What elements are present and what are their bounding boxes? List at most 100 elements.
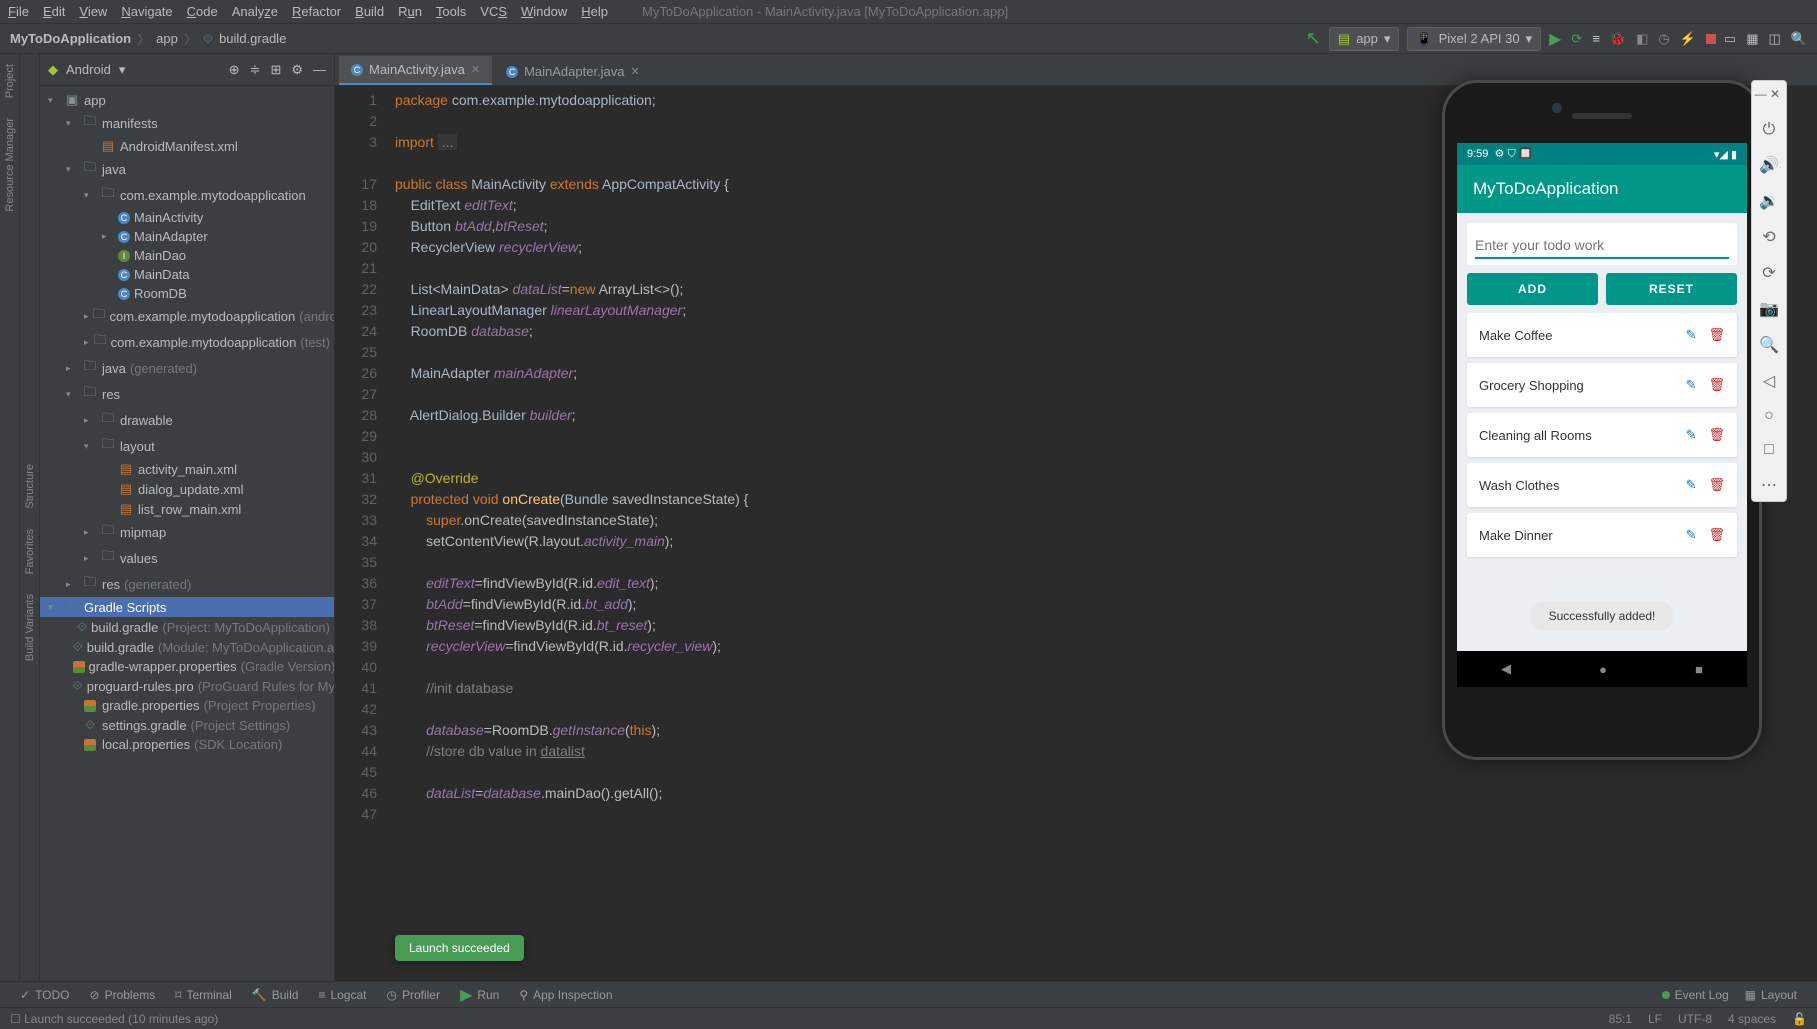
tree-item[interactable]: ▤AndroidManifest.xml — [40, 136, 334, 156]
menu-analyze[interactable]: Analyze — [232, 4, 278, 19]
tab-app-inspection[interactable]: ⚲App Inspection — [519, 988, 612, 1002]
edit-icon[interactable]: ✎ — [1686, 527, 1697, 543]
select-opened-file-icon[interactable]: ⊕ — [229, 62, 240, 78]
file-encoding[interactable]: UTF-8 — [1678, 1012, 1712, 1026]
more-icon[interactable]: ⋯ — [1761, 475, 1777, 495]
delete-icon[interactable]: 🗑 — [1708, 527, 1725, 543]
menu-navigate[interactable]: Navigate — [121, 4, 172, 19]
profile-icon[interactable]: ◷ — [1658, 31, 1669, 47]
collapse-icon[interactable]: ≑ — [250, 62, 261, 78]
menu-run[interactable]: Run — [398, 4, 422, 19]
readonly-icon[interactable]: 🔓 — [1792, 1012, 1807, 1026]
attach-debugger-icon[interactable]: ⚡ — [1680, 31, 1696, 47]
tab-run[interactable]: ▶Run — [460, 985, 499, 1005]
menu-window[interactable]: Window — [521, 4, 567, 19]
volume-down-icon[interactable]: 🔉 — [1759, 191, 1779, 211]
tab-profiler[interactable]: ◷Profiler — [386, 988, 440, 1002]
close-icon[interactable]: ✕ — [471, 63, 480, 76]
expand-icon[interactable]: ⊞ — [270, 62, 281, 78]
apply-changes-icon[interactable]: ⟳ — [1571, 31, 1582, 47]
rail-structure[interactable]: Structure — [24, 464, 36, 509]
back-key[interactable]: ◀ — [1501, 661, 1511, 677]
tree-item[interactable]: ▸🗀values — [40, 545, 334, 571]
menu-help[interactable]: Help — [581, 4, 608, 19]
menu-code[interactable]: Code — [187, 4, 218, 19]
menu-refactor[interactable]: Refactor — [292, 4, 341, 19]
phone-screen[interactable]: 9:59 ⚙ ⛉ 🔲 ▾◢ ▮ MyToDoApplication ADD RE… — [1457, 143, 1747, 687]
zoom-icon[interactable]: 🔍 — [1759, 335, 1779, 355]
tree-item[interactable]: ▾🗀res — [40, 381, 334, 407]
tree-item[interactable]: ▤activity_main.xml — [40, 459, 334, 479]
delete-icon[interactable]: 🗑 — [1708, 427, 1725, 443]
coverage-icon[interactable]: ◧ — [1636, 31, 1648, 47]
menu-edit[interactable]: Edit — [43, 4, 65, 19]
recent-key[interactable]: ■ — [1695, 662, 1703, 677]
delete-icon[interactable]: 🗑 — [1708, 377, 1725, 393]
line-separator[interactable]: LF — [1648, 1012, 1662, 1026]
tree-item[interactable]: ⟐proguard-rules.pro (ProGuard Rules for … — [40, 676, 334, 696]
volume-up-icon[interactable]: 🔊 — [1759, 155, 1779, 175]
gear-icon[interactable]: ⚙ — [291, 62, 303, 78]
menu-file[interactable]: File — [8, 4, 29, 19]
tree-item[interactable]: ▾🗀com.example.mytodoapplication — [40, 182, 334, 208]
power-icon[interactable]: ⏻ — [1763, 121, 1776, 139]
reset-button[interactable]: RESET — [1606, 273, 1737, 305]
tree-item[interactable]: ▾▣app — [40, 90, 334, 110]
minimize-icon[interactable]: — ✕ — [1755, 87, 1780, 101]
rotate-right-icon[interactable]: ⟳ — [1762, 263, 1775, 283]
debug-icon[interactable]: 🐞 — [1610, 31, 1626, 47]
tree-item[interactable]: ⟐build.gradle (Module: MyToDoApplication… — [40, 637, 334, 657]
apply-code-icon[interactable]: ≡ — [1592, 31, 1600, 46]
chevron-down-icon[interactable]: ▾ — [119, 62, 126, 78]
tree-item[interactable]: ⟐settings.gradle (Project Settings) — [40, 715, 334, 735]
menu-build[interactable]: Build — [355, 4, 384, 19]
tree-item[interactable]: ▸🗀com.example.mytodoapplication (android… — [40, 303, 334, 329]
tree-item[interactable]: ▤list_row_main.xml — [40, 499, 334, 519]
edit-icon[interactable]: ✎ — [1686, 327, 1697, 343]
tree-item[interactable]: local.properties (SDK Location) — [40, 735, 334, 754]
tree-item[interactable]: ▾🗀layout — [40, 433, 334, 459]
todo-input[interactable] — [1475, 233, 1729, 259]
tree-item[interactable]: ▸🗀drawable — [40, 407, 334, 433]
tree-item[interactable]: ▸🗀mipmap — [40, 519, 334, 545]
rail-project[interactable]: Project — [4, 64, 16, 98]
device-dropdown[interactable]: 📱Pixel 2 API 30▾ — [1407, 27, 1541, 51]
tree-item[interactable]: ▾🗀manifests — [40, 110, 334, 136]
layout-inspector-icon[interactable]: ◫ — [1769, 31, 1781, 47]
tree-item[interactable]: gradle.properties (Project Properties) — [40, 696, 334, 715]
back-icon[interactable]: ◁ — [1763, 371, 1775, 391]
delete-icon[interactable]: 🗑 — [1708, 477, 1725, 493]
search-icon[interactable]: 🔍 — [1791, 31, 1807, 47]
tree-item[interactable]: ▾🗀java — [40, 156, 334, 182]
event-log[interactable]: Event Log — [1662, 988, 1729, 1002]
menu-vcs[interactable]: VCS — [480, 4, 507, 19]
tab-mainactivity[interactable]: C MainActivity.java ✕ — [339, 56, 492, 85]
edit-icon[interactable]: ✎ — [1686, 377, 1697, 393]
add-button[interactable]: ADD — [1467, 273, 1598, 305]
stop-button[interactable] — [1706, 34, 1716, 44]
layout-inspector[interactable]: ▦Layout — [1745, 988, 1797, 1002]
tree-view-label[interactable]: Android — [66, 62, 111, 77]
tab-problems[interactable]: ⊘Problems — [90, 988, 156, 1002]
project-tree[interactable]: ▾▣app▾🗀manifests ▤AndroidManifest.xml▾🗀j… — [40, 86, 334, 981]
tree-item[interactable]: ▸CMainAdapter — [40, 227, 334, 246]
sync-icon[interactable]: ↖ — [1306, 28, 1321, 49]
tree-item[interactable]: ▸🗀res (generated) — [40, 571, 334, 597]
tree-item[interactable]: ⟐build.gradle (Project: MyToDoApplicatio… — [40, 617, 334, 637]
code-content[interactable]: package com.example.mytodoapplication; i… — [395, 86, 748, 981]
menu-view[interactable]: View — [79, 4, 107, 19]
rail-favorites[interactable]: Favorites — [24, 529, 36, 574]
home-key[interactable]: ● — [1599, 662, 1607, 677]
edit-icon[interactable]: ✎ — [1686, 427, 1697, 443]
rail-build-variants[interactable]: Build Variants — [24, 594, 36, 661]
tab-logcat[interactable]: ≡Logcat — [318, 988, 366, 1002]
tree-item[interactable]: CMainData — [40, 265, 334, 284]
rail-resource-manager[interactable]: Resource Manager — [4, 118, 16, 212]
hide-icon[interactable]: — — [313, 62, 326, 78]
tree-item[interactable]: CRoomDB — [40, 284, 334, 303]
tab-terminal[interactable]: ⌑Terminal — [175, 988, 232, 1002]
close-icon[interactable]: ✕ — [631, 65, 640, 78]
indent[interactable]: 4 spaces — [1728, 1012, 1776, 1026]
run-config-dropdown[interactable]: ▤app▾ — [1329, 27, 1400, 51]
breadcrumb-module[interactable]: app — [156, 31, 178, 46]
